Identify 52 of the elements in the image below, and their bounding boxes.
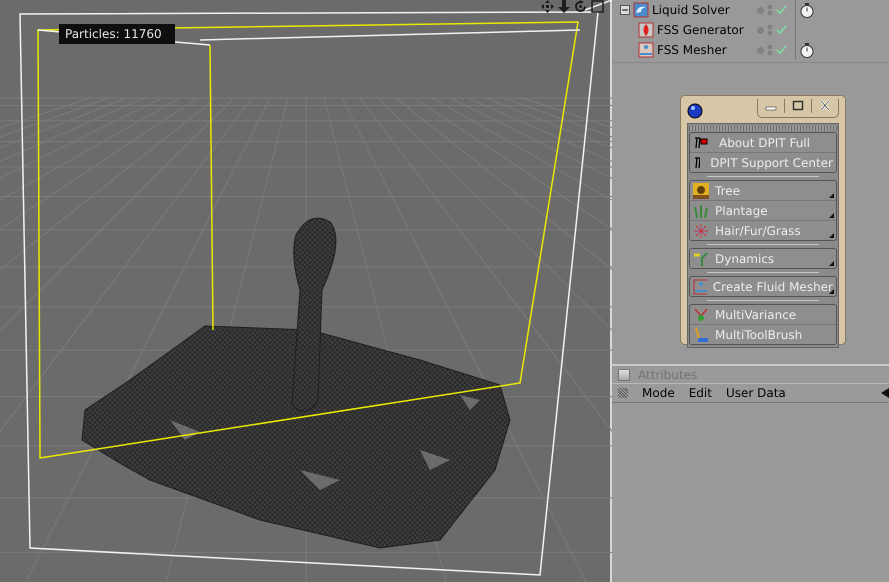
grip-icon[interactable]	[618, 388, 628, 398]
menu-item[interactable]: User Data	[726, 386, 786, 400]
palette-menu-item[interactable]: MultiToolBrush	[690, 324, 836, 344]
submenu-triangle-icon	[829, 261, 834, 266]
sphere-icon	[687, 103, 703, 119]
branch-icon	[693, 250, 709, 266]
menu-item[interactable]: Edit	[688, 386, 712, 400]
object-name[interactable]: FSS Generator	[657, 23, 744, 37]
brush-icon	[693, 326, 709, 342]
flag-icon	[693, 154, 700, 170]
grass-icon	[693, 202, 709, 218]
palette-menu-item[interactable]: DPIT Support Center	[690, 152, 836, 172]
palette-menu-item[interactable]: About DPIT Full	[690, 133, 836, 152]
object-icon	[638, 22, 654, 38]
palette-menu-item[interactable]: MultiVariance	[690, 305, 836, 324]
menu-item[interactable]: Mode	[642, 386, 675, 400]
collapse-toggle[interactable]	[620, 5, 630, 15]
editor-render-dots-icon[interactable]	[767, 43, 773, 57]
check-icon[interactable]	[776, 5, 787, 15]
down-arrow-icon[interactable]	[558, 0, 570, 13]
submenu-triangle-icon	[829, 213, 834, 218]
visibility-dot[interactable]	[757, 46, 764, 54]
object-icon	[633, 2, 649, 18]
palette-menu-item[interactable]: Plantage	[690, 200, 836, 220]
burst-icon	[693, 222, 709, 238]
object-icon	[638, 42, 654, 58]
palette-menu-item[interactable]: Hair/Fur/Grass	[690, 220, 836, 240]
stopwatch-icon[interactable]	[800, 42, 814, 58]
fluid-mesher-icon	[693, 278, 707, 294]
rotate-icon[interactable]	[574, 0, 587, 13]
maximize-icon[interactable]	[591, 0, 604, 13]
check-icon[interactable]	[776, 45, 787, 55]
particle-count-label: Particles: 11760	[59, 24, 175, 44]
object-name[interactable]: Liquid Solver	[652, 3, 730, 17]
palette-menu-item[interactable]: Dynamics	[690, 249, 836, 268]
left-arrow-icon[interactable]	[881, 388, 889, 398]
submenu-triangle-icon	[829, 193, 834, 198]
variance-icon	[693, 306, 709, 322]
submenu-triangle-icon	[829, 233, 834, 238]
tree-picture-icon	[693, 182, 709, 198]
check-icon[interactable]	[776, 25, 787, 35]
editor-render-dots-icon[interactable]	[767, 3, 773, 17]
flag-icon	[693, 134, 709, 150]
visibility-dot[interactable]	[757, 26, 764, 34]
object-name[interactable]: FSS Mesher	[657, 43, 727, 57]
move-icon[interactable]	[541, 0, 554, 13]
palette-menu-item[interactable]: Tree	[690, 181, 836, 200]
editor-render-dots-icon[interactable]	[767, 23, 773, 37]
palette-menu-item[interactable]: Create Fluid Mesher	[690, 277, 836, 296]
panel-checkbox[interactable]	[618, 368, 630, 380]
stopwatch-icon[interactable]	[800, 2, 814, 18]
visibility-dot[interactable]	[757, 6, 764, 14]
